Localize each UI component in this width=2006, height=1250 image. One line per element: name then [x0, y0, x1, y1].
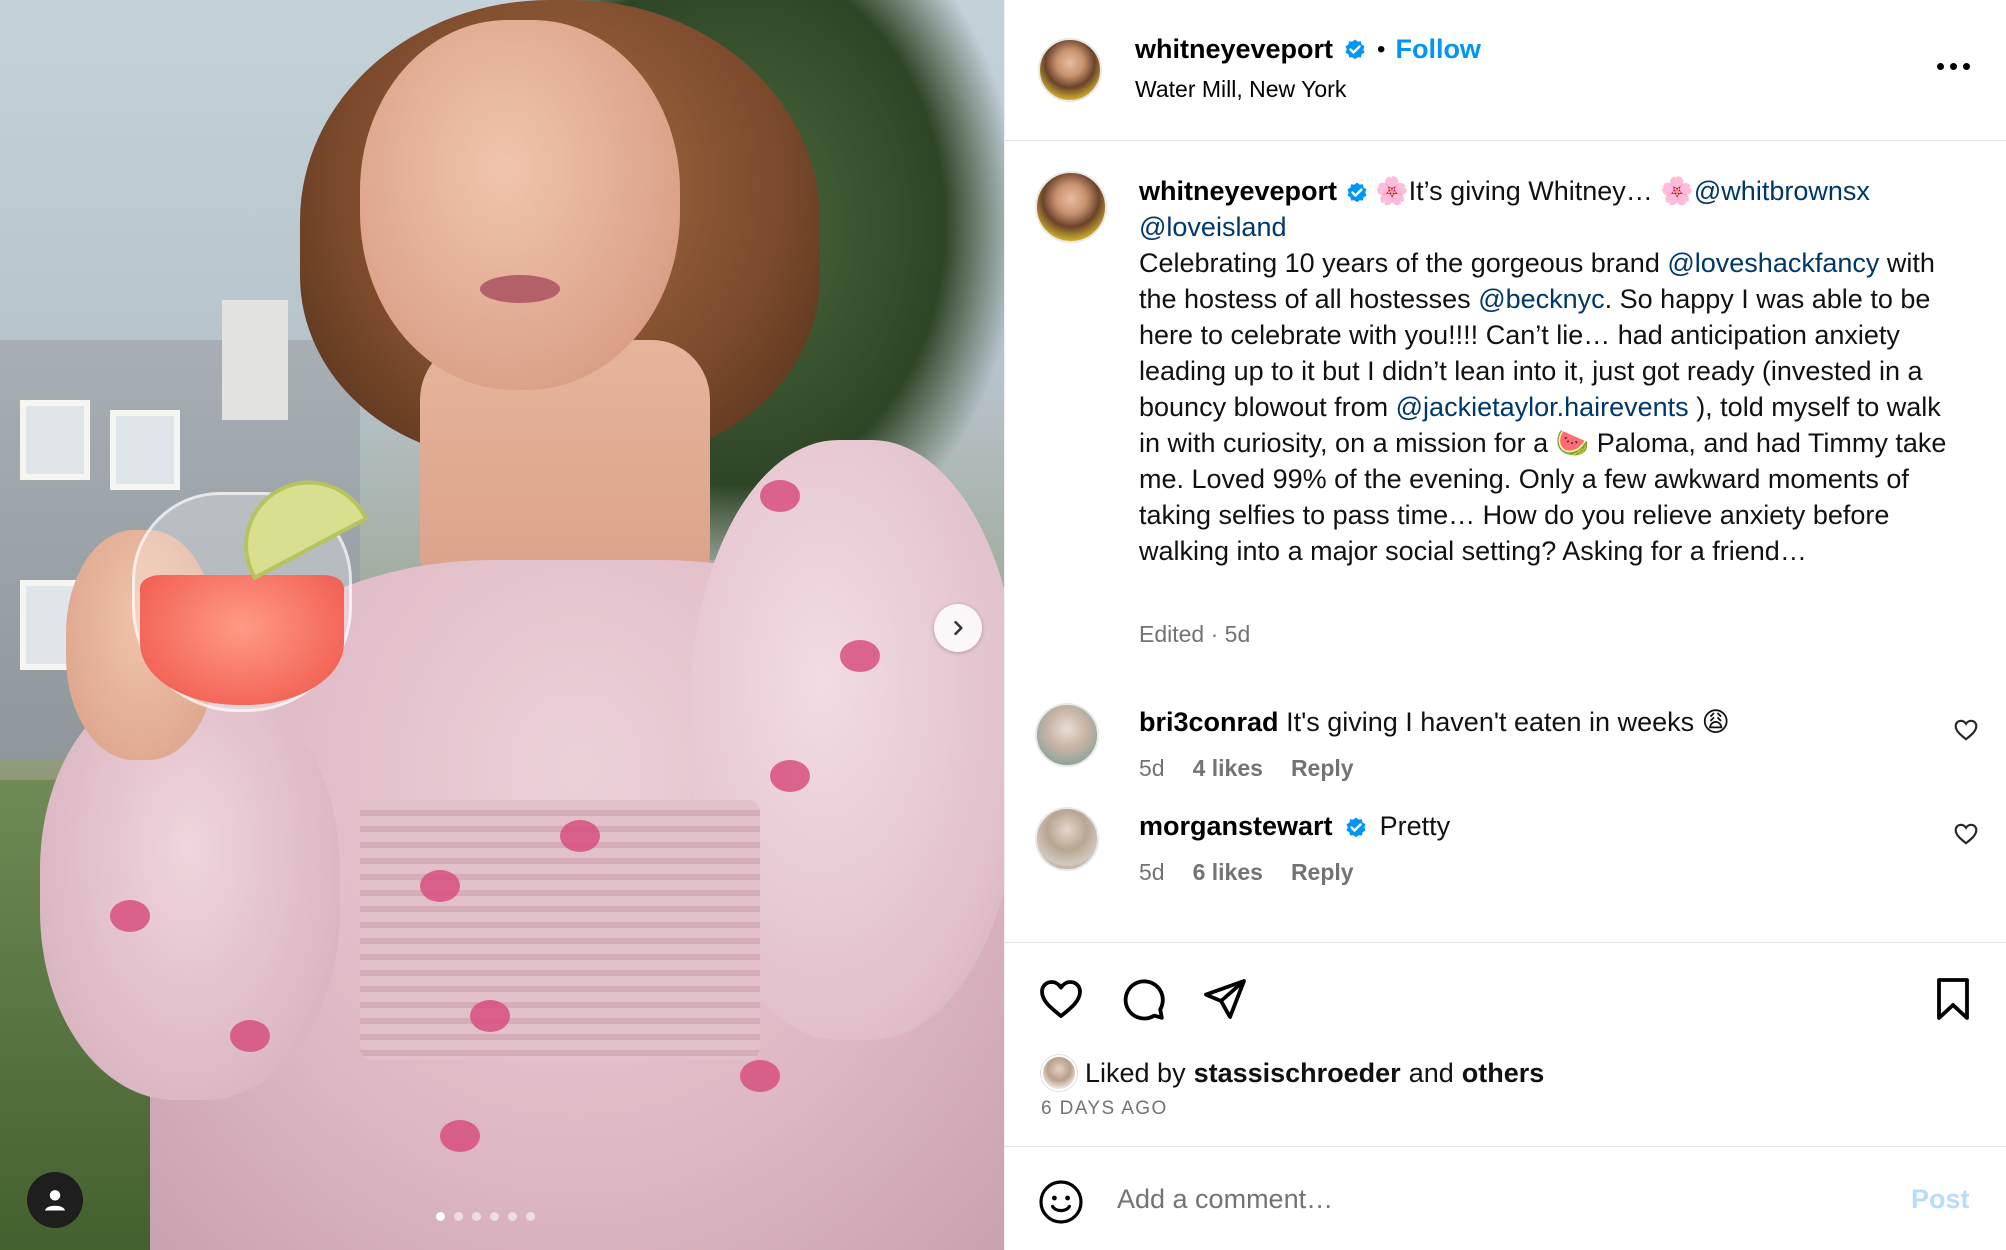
comment-username[interactable]: bri3conrad [1139, 707, 1279, 737]
post-location[interactable]: Water Mill, New York [1135, 76, 1346, 103]
liked-by-and: and [1408, 1057, 1454, 1088]
comment-item: morganstewart Pretty 5d 6 likes Reply [1005, 803, 2006, 913]
verified-badge-icon [1347, 182, 1367, 203]
avatar[interactable] [1035, 703, 1099, 767]
liked-by-user[interactable]: stassischroeder [1194, 1058, 1401, 1089]
liked-by-others[interactable]: others [1462, 1058, 1545, 1089]
bookmark-icon [1937, 978, 1969, 1020]
verified-badge-icon [1346, 817, 1366, 838]
liked-by-row: Liked by stassischroeder and others [1041, 1055, 1544, 1091]
comment-meta: 5d 6 likes Reply [1139, 859, 1354, 886]
more-dot [1949, 62, 1957, 70]
photo-image [0, 0, 1004, 1250]
carousel-indicator [436, 1212, 535, 1221]
post-photo[interactable] [0, 0, 1004, 1250]
mention-link[interactable]: @loveshackfancy [1667, 248, 1879, 278]
comment-username[interactable]: morganstewart [1139, 811, 1333, 841]
next-slide-button[interactable] [934, 604, 982, 652]
comment-text: It's giving I haven't eaten in weeks 😩 [1286, 707, 1730, 737]
post-timestamp[interactable]: 6 DAYS AGO [1041, 1098, 1168, 1120]
carousel-dot [436, 1212, 445, 1221]
save-button[interactable] [1929, 975, 1977, 1023]
comments-scroll-area[interactable]: whitneyeveport 🌸It’s giving Whitney… 🌸@w… [1005, 141, 2006, 941]
mention-link[interactable]: @loveisland [1139, 212, 1287, 242]
comment-icon [1123, 979, 1165, 1021]
post-header: whitneyeveport • Follow Water Mill, New … [1005, 0, 2006, 141]
more-dot [1962, 62, 1970, 70]
tagged-users-button[interactable] [27, 1172, 83, 1228]
mention-link[interactable]: @becknyc [1478, 284, 1604, 314]
liked-by-prefix: Liked by [1085, 1057, 1186, 1088]
comment-body: morganstewart Pretty [1139, 811, 1450, 842]
share-icon [1204, 979, 1246, 1019]
comment-time[interactable]: 5d [1139, 755, 1165, 782]
caption-text: Celebrating 10 years of the gorgeous bra… [1139, 248, 1668, 278]
reply-button[interactable]: Reply [1291, 859, 1354, 886]
comment-text: Pretty [1379, 811, 1451, 841]
mention-link[interactable]: @jackietaylor.hairevents [1396, 392, 1689, 422]
carousel-dot [472, 1212, 481, 1221]
comment-item: bri3conrad It's giving I haven't eaten i… [1005, 699, 2006, 809]
post-actions: Liked by stassischroeder and others 6 DA… [1005, 942, 2006, 1147]
more-dot [1936, 62, 1944, 70]
header-user-row: whitneyeveport • Follow [1135, 34, 1481, 65]
carousel-dot [508, 1212, 517, 1221]
comment-likes-count[interactable]: 4 likes [1193, 755, 1263, 782]
add-comment-bar: Post [1005, 1148, 2006, 1250]
like-comment-heart-icon[interactable] [1953, 717, 1979, 743]
carousel-dot [526, 1212, 535, 1221]
author-username[interactable]: whitneyeveport [1135, 34, 1333, 65]
post-comment-button[interactable]: Post [1911, 1184, 1970, 1215]
comment-body: bri3conrad It's giving I haven't eaten i… [1139, 707, 1730, 738]
caption-username[interactable]: whitneyeveport [1139, 176, 1337, 206]
caption-avatar[interactable] [1035, 171, 1107, 243]
comment-meta: 5d 4 likes Reply [1139, 755, 1354, 782]
follow-button[interactable]: Follow [1395, 34, 1480, 65]
mention-link[interactable]: @whitbrownsx [1694, 176, 1870, 206]
separator-dot: • [1377, 35, 1386, 63]
share-button[interactable] [1201, 975, 1249, 1023]
comment-time[interactable]: 5d [1139, 859, 1165, 886]
chevron-right-icon [954, 620, 963, 636]
avatar[interactable] [1035, 807, 1099, 871]
avatar[interactable] [1038, 38, 1102, 102]
carousel-dot [490, 1212, 499, 1221]
post-side-panel: whitneyeveport • Follow Water Mill, New … [1004, 0, 2006, 1250]
emoji-icon[interactable] [1037, 1178, 1085, 1226]
post-caption: whitneyeveport 🌸It’s giving Whitney… 🌸@w… [1139, 173, 1959, 569]
like-button[interactable] [1037, 975, 1085, 1023]
comment-input[interactable] [1117, 1174, 1817, 1224]
comment-likes-count[interactable]: 6 likes [1193, 859, 1263, 886]
liked-by-avatar[interactable] [1041, 1055, 1077, 1091]
reply-button[interactable]: Reply [1291, 755, 1354, 782]
caption-text: 🌸It’s giving Whitney… 🌸 [1375, 176, 1694, 206]
person-icon [45, 1190, 65, 1211]
more-options-button[interactable] [1929, 54, 1977, 78]
carousel-dot [454, 1212, 463, 1221]
caption-edited-time: Edited · 5d [1139, 621, 1251, 647]
comment-button[interactable] [1119, 975, 1167, 1023]
verified-badge-icon [1345, 39, 1365, 59]
like-comment-heart-icon[interactable] [1953, 821, 1979, 847]
heart-icon [1040, 980, 1082, 1018]
